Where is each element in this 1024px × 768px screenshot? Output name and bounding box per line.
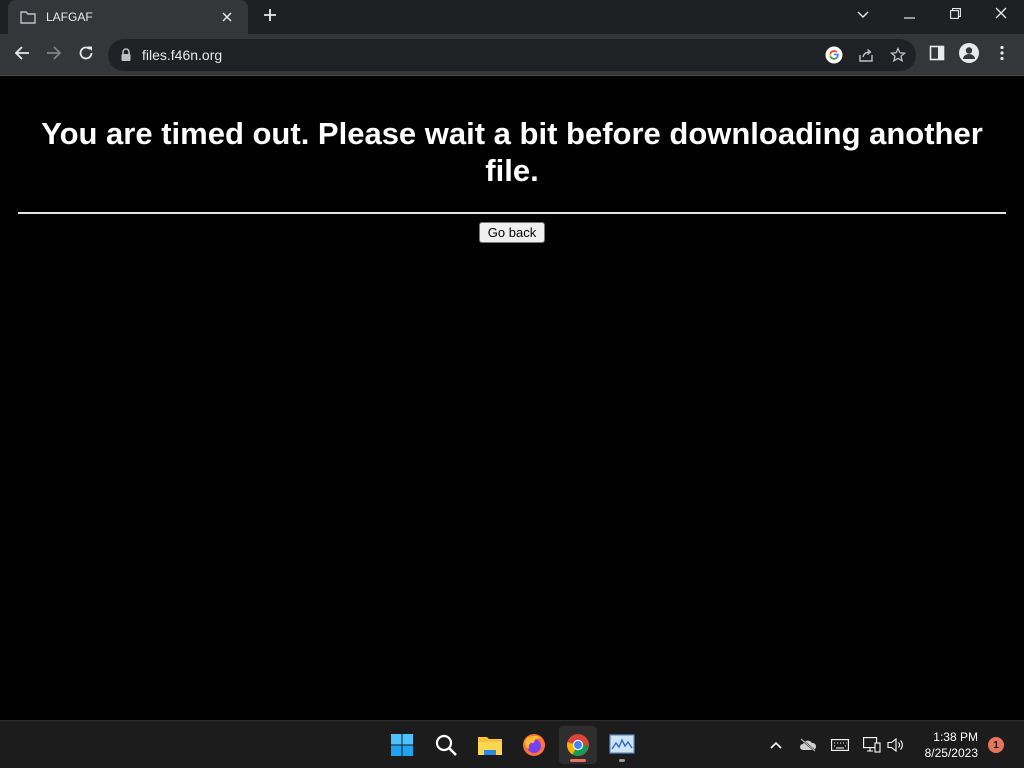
minimize-icon bbox=[903, 6, 915, 24]
chevron-up-icon[interactable] bbox=[766, 735, 786, 755]
bookmark-star-icon[interactable] bbox=[888, 45, 908, 65]
browser-tab[interactable]: LAFGAF bbox=[8, 0, 248, 34]
menu-button[interactable] bbox=[988, 41, 1016, 69]
title-bar: LAFGAF bbox=[0, 0, 1024, 34]
search-icon[interactable] bbox=[427, 726, 465, 764]
taskbar: 1:38 PM 8/25/2023 1 bbox=[0, 720, 1024, 768]
restore-button[interactable] bbox=[932, 0, 978, 30]
go-back-button[interactable]: Go back bbox=[479, 222, 545, 243]
timeout-heading: You are timed out. Please wait a bit bef… bbox=[41, 116, 983, 188]
keyboard-icon[interactable] bbox=[830, 735, 850, 755]
share-icon[interactable] bbox=[856, 45, 876, 65]
back-button[interactable] bbox=[8, 41, 36, 69]
plus-icon bbox=[263, 8, 277, 27]
windows-start-icon[interactable] bbox=[383, 726, 421, 764]
menu-icon bbox=[1000, 45, 1004, 66]
firefox-icon[interactable] bbox=[515, 726, 553, 764]
volume-icon[interactable] bbox=[886, 735, 906, 755]
cloud-offline-icon[interactable] bbox=[798, 735, 818, 755]
google-icon[interactable] bbox=[824, 45, 844, 65]
close-icon bbox=[995, 6, 1007, 24]
tab-close-icon[interactable] bbox=[218, 8, 236, 26]
close-window-button[interactable] bbox=[978, 0, 1024, 30]
restore-icon bbox=[949, 6, 961, 24]
minimize-button[interactable] bbox=[886, 0, 932, 30]
forward-arrow-icon bbox=[46, 45, 62, 66]
reload-button[interactable] bbox=[72, 41, 100, 69]
tab-search-button[interactable] bbox=[840, 0, 886, 30]
side-panel-button[interactable] bbox=[923, 41, 951, 69]
system-clock[interactable]: 1:38 PM 8/25/2023 bbox=[912, 729, 978, 761]
network-icon[interactable] bbox=[862, 735, 882, 755]
horizontal-rule bbox=[18, 212, 1006, 214]
reload-icon bbox=[78, 45, 94, 66]
chevron-down-icon bbox=[857, 6, 869, 24]
folder-icon bbox=[20, 9, 36, 25]
browser-toolbar: files.f46n.org bbox=[0, 34, 1024, 76]
clock-time: 1:38 PM bbox=[933, 730, 978, 744]
side-panel-icon bbox=[929, 45, 945, 66]
clock-date: 8/25/2023 bbox=[924, 746, 978, 760]
file-explorer-icon[interactable] bbox=[471, 726, 509, 764]
page-content: You are timed out. Please wait a bit bef… bbox=[0, 77, 1024, 720]
active-app-indicator bbox=[570, 759, 586, 762]
chrome-icon[interactable] bbox=[559, 726, 597, 764]
task-manager-icon[interactable] bbox=[603, 726, 641, 764]
running-app-indicator bbox=[619, 759, 625, 762]
forward-button[interactable] bbox=[40, 41, 68, 69]
lock-icon[interactable] bbox=[120, 48, 132, 62]
new-tab-button[interactable] bbox=[258, 6, 282, 28]
notification-badge[interactable]: 1 bbox=[988, 737, 1004, 753]
back-arrow-icon bbox=[14, 45, 30, 66]
tab-title: LAFGAF bbox=[46, 10, 93, 24]
profile-icon bbox=[959, 42, 979, 68]
url-text[interactable]: files.f46n.org bbox=[142, 47, 222, 63]
address-bar[interactable]: files.f46n.org bbox=[108, 39, 916, 71]
profile-button[interactable] bbox=[955, 41, 983, 69]
